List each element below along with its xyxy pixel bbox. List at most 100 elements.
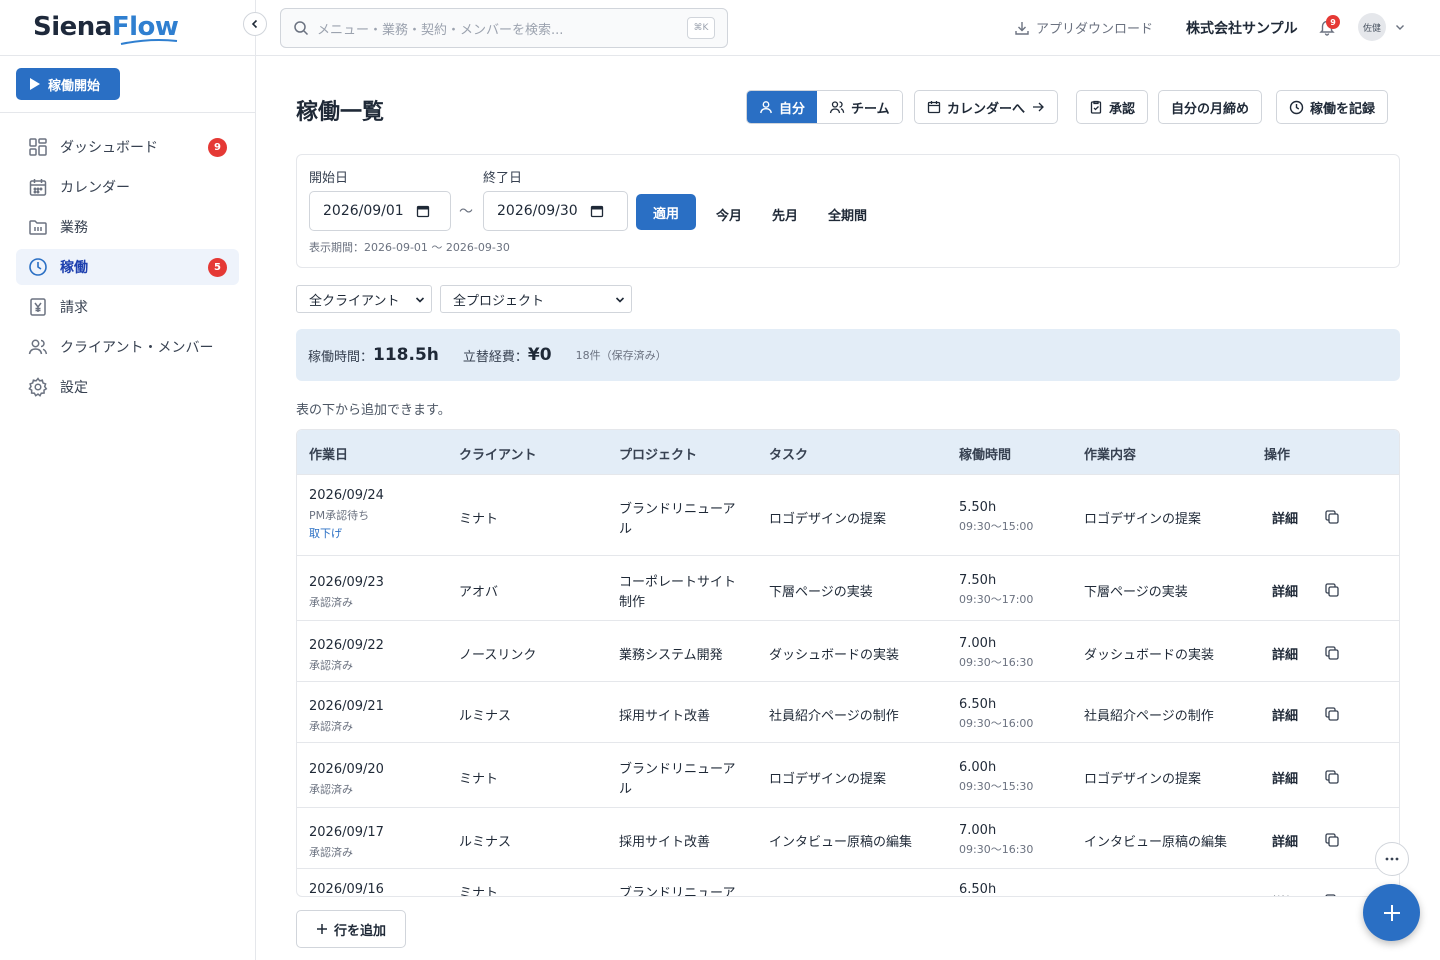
- avatar[interactable]: 佐健: [1358, 13, 1386, 41]
- add-row-button[interactable]: 行を追加: [296, 910, 406, 948]
- chevron-down-icon: [615, 297, 625, 303]
- hours-label: 稼働時間：: [308, 349, 374, 365]
- table-row[interactable]: 2026/09/21 承認済み ルミナス 採用サイト改善 社員紹介ページの制作 6.50h…: [297, 681, 1399, 742]
- copy-button[interactable]: [1324, 832, 1340, 848]
- sidebar-item-label: クライアント・メンバー: [60, 340, 214, 356]
- hours-cell: 6.00h: [959, 760, 997, 775]
- sidebar-item-settings[interactable]: 設定: [16, 369, 239, 405]
- work-date: 2026/09/17: [309, 825, 384, 840]
- client-cell: ミナト: [459, 512, 499, 527]
- end-date-value: 2026/09/30: [497, 203, 578, 219]
- collapse-sidebar-button[interactable]: [243, 12, 267, 36]
- client-select[interactable]: 全クライアント: [296, 285, 432, 313]
- sidebar-item-worklog[interactable]: 稼働 5: [16, 249, 239, 285]
- calendar-icon: [927, 101, 941, 114]
- chevron-down-icon[interactable]: [1394, 21, 1406, 33]
- record-work-button[interactable]: 稼働を記録: [1276, 90, 1389, 124]
- detail-button[interactable]: 詳細: [1272, 581, 1298, 600]
- calendar-button[interactable]: カレンダーへ: [914, 90, 1059, 124]
- search-placeholder: メニュー・業務・契約・メンバーを検索...: [317, 22, 564, 38]
- fab-add-button[interactable]: [1363, 884, 1420, 941]
- more-options-button[interactable]: [1375, 842, 1409, 876]
- detail-button[interactable]: 詳細: [1272, 508, 1298, 527]
- copy-icon: [1325, 707, 1339, 721]
- start-date-label: 開始日: [309, 171, 349, 186]
- scope-self-button[interactable]: 自分: [747, 91, 818, 123]
- copy-button[interactable]: [1324, 509, 1340, 525]
- task-cell: ロゴデザインの提案: [769, 772, 887, 787]
- hours-cell: 6.50h: [959, 882, 997, 897]
- project-select[interactable]: 全プロジェクト: [440, 285, 632, 313]
- start-date-input[interactable]: 2026/09/01: [309, 191, 451, 231]
- sidebar-item-calendar[interactable]: カレンダー: [16, 169, 239, 205]
- withdraw-link[interactable]: 取下げ: [309, 525, 342, 541]
- project-cell: ブランドリニューア: [619, 502, 736, 517]
- copy-button[interactable]: [1324, 893, 1340, 896]
- start-work-label: 稼働開始: [48, 78, 101, 94]
- notifications-button[interactable]: 9: [1318, 15, 1340, 36]
- company-name[interactable]: 株式会社サンプル: [1186, 18, 1298, 38]
- approve-button[interactable]: 承認: [1076, 90, 1149, 124]
- end-date-input[interactable]: 2026/09/30: [483, 191, 628, 231]
- detail-button[interactable]: 詳細: [1272, 644, 1298, 663]
- search-input[interactable]: メニュー・業務・契約・メンバーを検索... ⌘K: [280, 8, 728, 48]
- scope-team-label: チーム: [851, 101, 890, 117]
- detail-button[interactable]: 詳細: [1272, 705, 1298, 724]
- column-header[interactable]: 作業日: [309, 444, 348, 463]
- start-work-button[interactable]: 稼働開始: [16, 68, 120, 100]
- table-row[interactable]: 2026/09/22 承認済み ノースリンク 業務システム開発 ダッシュボードの実装 7.…: [297, 620, 1399, 681]
- monthly-close-label: 自分の月締め: [1171, 101, 1250, 117]
- table-row[interactable]: 2026/09/17 承認済み ルミナス 採用サイト改善 インタビュー原稿の編集 7.00…: [297, 807, 1399, 868]
- this-month-button[interactable]: 今月: [716, 205, 742, 224]
- approval-status: 承認済み: [309, 846, 353, 859]
- last-month-button[interactable]: 先月: [772, 205, 798, 224]
- sidebar-item-tasks[interactable]: 業務: [16, 209, 239, 245]
- table-header: 作業日 クライアント プロジェクト タスク 稼働時間 作業内容 操作: [297, 430, 1399, 474]
- app-download-label: アプリダウンロード: [1036, 22, 1154, 37]
- time-range: 09:30〜16:30: [959, 843, 1034, 856]
- detail-button[interactable]: 詳細: [1272, 768, 1298, 787]
- table-row[interactable]: 2026/09/16 ミナト ブランドリニューアコンセプト案の作成 6.50h コンセプ…: [297, 868, 1399, 897]
- project-cell: コーポレートサイト: [619, 575, 737, 590]
- copy-button[interactable]: [1324, 769, 1340, 785]
- column-header[interactable]: 作業内容: [1084, 444, 1136, 463]
- calendar-icon: [416, 205, 429, 218]
- detail-button[interactable]: 詳細: [1272, 831, 1298, 850]
- apply-button[interactable]: 適用: [636, 194, 696, 230]
- client-cell: アオバ: [459, 585, 499, 600]
- sidebar-item-billing[interactable]: 請求: [16, 289, 239, 325]
- copy-button[interactable]: [1324, 645, 1340, 661]
- table-row[interactable]: 2026/09/20 承認済み ミナト ブランドリニューアル ロゴデザインの提案 6.00…: [297, 742, 1399, 807]
- folder-icon: [29, 220, 47, 235]
- plus-icon: [1383, 904, 1400, 921]
- sidebar-item-dashboard[interactable]: ダッシュボード 9: [16, 129, 239, 165]
- table-row[interactable]: 2026/09/24 PM承認待ち 取下げ ミナト ブランドリニューアル ロゴデザインの提…: [297, 474, 1399, 555]
- task-cell: 下層ページの実装: [769, 585, 873, 600]
- table-row[interactable]: 2026/09/23 承認済み アオバ コーポレートサイト 制作 下層ページの実装 7.50…: [297, 555, 1399, 620]
- content-cell: ロゴデザインの提案: [1084, 772, 1202, 787]
- client-cell: ミナト: [459, 886, 499, 897]
- column-header[interactable]: クライアント: [459, 444, 536, 463]
- page-title: 稼働一覧: [296, 100, 385, 125]
- scope-team-button[interactable]: チーム: [817, 91, 902, 123]
- copy-button[interactable]: [1324, 582, 1340, 598]
- all-period-button[interactable]: 全期間: [828, 205, 867, 224]
- column-header[interactable]: 稼働時間: [959, 444, 1011, 463]
- project-cell-line2: ル: [619, 782, 633, 797]
- scope-toggle: 自分 チーム: [746, 90, 903, 124]
- detail-button[interactable]: 詳細: [1272, 892, 1298, 896]
- copy-icon: [1325, 510, 1339, 524]
- sidebar-item-clients-members[interactable]: クライアント・メンバー: [16, 329, 239, 365]
- content-cell: 社員紹介ページの制作: [1084, 709, 1214, 724]
- column-header[interactable]: プロジェクト: [619, 444, 697, 463]
- project-cell: 採用サイト改善: [619, 709, 711, 724]
- monthly-close-button[interactable]: 自分の月締め: [1158, 90, 1263, 124]
- worklog-table: 作業日 クライアント プロジェクト タスク 稼働時間 作業内容 操作 2026/…: [296, 429, 1400, 897]
- calendar-icon: [29, 179, 47, 196]
- copy-button[interactable]: [1324, 706, 1340, 722]
- column-header[interactable]: タスク: [769, 444, 808, 463]
- hours-cell: 7.00h: [959, 823, 997, 838]
- project-cell: ブランドリニューア: [619, 762, 736, 777]
- task-cell: ロゴデザインの提案: [769, 512, 887, 527]
- app-download-link[interactable]: アプリダウンロード: [1014, 18, 1153, 37]
